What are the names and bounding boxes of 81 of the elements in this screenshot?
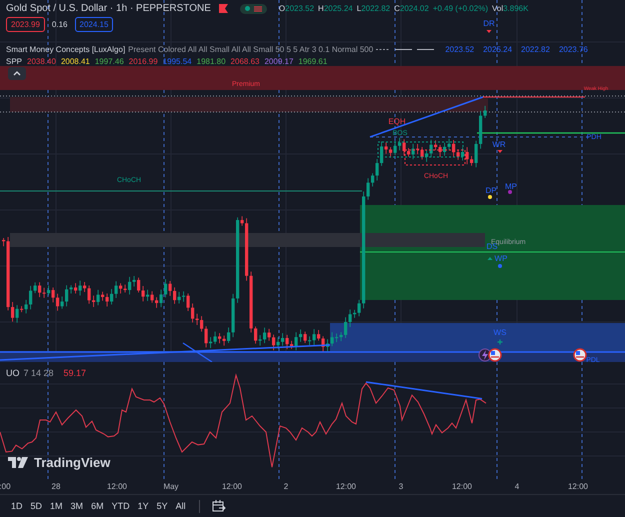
range-button[interactable]: 1D [8, 499, 26, 513]
range-button[interactable]: All [172, 499, 189, 513]
indicator-params: Present Colored All All Small All All Small 50 5 5 Atr 3 0.1 Normal 500 [128, 45, 374, 54]
indicator-value: 1995.54 [162, 57, 192, 66]
time-axis-label: 12:00 [222, 482, 242, 491]
ohlc-label: C [394, 4, 400, 13]
ohlc-label: O [278, 4, 286, 13]
flag-icon[interactable] [488, 348, 502, 362]
range-button[interactable]: 5D [28, 499, 46, 513]
chart-label: DR [483, 19, 495, 28]
dot-icon [488, 195, 492, 199]
indicator-name[interactable]: UO [6, 368, 20, 378]
symbol-title[interactable]: Gold Spot / U.S. Dollar · 1h · PEPPERSTONE [6, 3, 211, 14]
triangle-up-icon [488, 257, 492, 260]
price-change: +0.49 (+0.02%) [432, 4, 488, 13]
date-range-button[interactable] [210, 498, 228, 514]
plus-icon [496, 338, 504, 346]
time-axis-label: 4 [514, 482, 520, 491]
chart-label: WS [494, 328, 506, 337]
logo-icon [8, 457, 30, 468]
chart-label: DP [485, 186, 497, 195]
time-axis-label: 2 [284, 482, 288, 491]
indicator-value: 1997.46 [94, 57, 124, 66]
buy-price-button[interactable]: 2024.15 [74, 17, 114, 32]
indicator-name[interactable]: Smart Money Concepts [LuxAlgo] [6, 45, 126, 54]
dot-icon [508, 190, 512, 194]
ohlc-value: 2023.52 [285, 4, 314, 13]
flag-icon[interactable] [218, 4, 228, 13]
menu-icon [254, 6, 262, 12]
indicator-value: 2038.40 [27, 57, 56, 66]
calendar-icon [212, 500, 226, 512]
chart-label: WP [494, 254, 508, 263]
indicator-value: 2009.17 [264, 57, 294, 66]
flag-icon[interactable] [573, 348, 587, 362]
indicator-value: 2022.82 [521, 45, 550, 54]
logo-text: TradingView [34, 455, 110, 470]
chart-label: MP [505, 182, 517, 191]
indicator-value: 2023.52 [445, 45, 474, 54]
dot-icon [498, 264, 502, 268]
range-button[interactable]: 1M [47, 499, 66, 513]
volume-label: Vol [492, 4, 504, 13]
triangle-down-icon [498, 150, 502, 153]
indicator-value: 1981.80 [196, 57, 226, 66]
time-axis-label: 12:00 [336, 482, 356, 491]
time-axis-label: 12:00 [568, 482, 588, 491]
range-button[interactable]: 5Y [154, 499, 171, 513]
time-axis-label: 3 [398, 482, 404, 491]
line-style-icon [376, 47, 436, 52]
chart-label: EQH [388, 117, 406, 126]
volume-value: 3.896K [503, 4, 528, 13]
indicator-value: 59.17 [64, 368, 86, 378]
ohlc-value: 2025.24 [324, 4, 353, 13]
ohlc-value: 2022.82 [361, 4, 390, 13]
ohlc-label: H [318, 4, 324, 13]
range-button[interactable]: 6M [88, 499, 107, 513]
collapse-button[interactable] [8, 67, 26, 80]
indicator-value: 2025.24 [483, 45, 512, 54]
range-button[interactable]: 1Y [134, 499, 152, 513]
time-axis-label: 12:00 [452, 482, 472, 491]
indicator-value: 2023.76 [558, 45, 588, 54]
spread-value: 0.16 [52, 20, 68, 29]
indicator-value: 2068.63 [230, 57, 260, 66]
time-axis-label: 12:00 [106, 482, 128, 491]
time-axis-label: May [163, 482, 179, 491]
chevron-up-icon [13, 71, 21, 76]
range-button[interactable]: YTD [108, 499, 133, 513]
range-button[interactable]: 3M [68, 499, 86, 513]
indicator-value: 1969.61 [298, 57, 328, 66]
time-axis-label: 28 [52, 482, 60, 491]
indicator-params: 7 14 28 [24, 368, 54, 378]
ohlc-label: L [356, 4, 362, 13]
chart-label: WR [492, 140, 506, 149]
indicator-value: 2016.99 [128, 57, 158, 66]
triangle-down-icon [486, 30, 492, 33]
sell-price-button[interactable]: 2023.99 [6, 17, 45, 32]
ohlc-value: 2024.02 [400, 4, 429, 13]
time-axis-label: :00 [0, 482, 11, 491]
indicator-value: 2008.41 [60, 57, 90, 66]
indicator-name[interactable]: SPP [6, 57, 22, 66]
market-status-toggle[interactable] [240, 4, 267, 14]
range-box [404, 150, 466, 166]
